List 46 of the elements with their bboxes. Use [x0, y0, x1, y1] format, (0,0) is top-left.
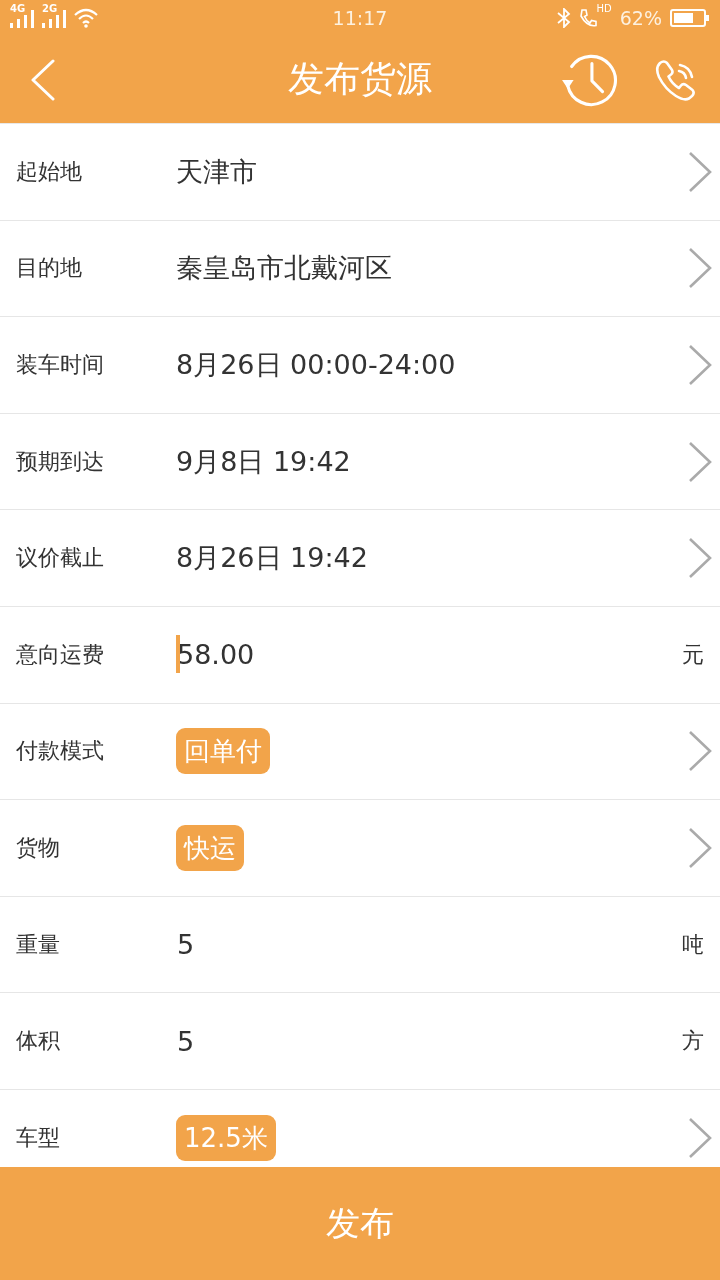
- status-time: 11:17: [332, 7, 388, 29]
- unit-label: 吨: [682, 930, 705, 959]
- field-value[interactable]: 天津市: [176, 153, 257, 190]
- page-title: 发布货源: [288, 57, 432, 101]
- input-field[interactable]: 5: [176, 929, 195, 961]
- phone-call-icon[interactable]: [654, 58, 698, 101]
- network-label: 2G: [42, 4, 58, 14]
- text-cursor: [176, 635, 180, 674]
- unit-label: 方: [682, 1027, 705, 1056]
- chevron-right-icon[interactable]: [688, 537, 712, 580]
- field-value[interactable]: 8月26日 00:00-24:00: [176, 347, 456, 383]
- field-label: 货物: [15, 833, 61, 862]
- battery-percent: 62%: [619, 7, 662, 29]
- field-label: 体积: [15, 1027, 61, 1056]
- field-label: 重量: [15, 930, 61, 959]
- history-icon[interactable]: [562, 52, 618, 107]
- field-value[interactable]: 8月26日 19:42: [176, 540, 368, 577]
- network-label: 4G: [10, 4, 26, 14]
- signal-icon: [42, 10, 66, 28]
- phone-icon: [578, 8, 597, 28]
- chevron-right-icon[interactable]: [688, 730, 712, 773]
- field-label: 起始地: [15, 157, 83, 186]
- bluetooth-icon: [556, 8, 571, 28]
- chevron-right-icon[interactable]: [688, 440, 712, 483]
- signal-icon: [10, 10, 34, 28]
- input-field[interactable]: 5: [176, 1025, 195, 1057]
- battery-icon: [670, 9, 710, 27]
- field-label: 目的地: [15, 254, 83, 283]
- chevron-right-icon[interactable]: [688, 1116, 712, 1159]
- wifi-icon: [74, 8, 98, 28]
- chevron-right-icon[interactable]: [688, 150, 712, 193]
- field-label: 装车时间: [15, 351, 105, 379]
- chevron-right-icon[interactable]: [688, 344, 712, 386]
- input-field[interactable]: 58.00: [176, 639, 255, 671]
- field-label: 预期到达: [15, 447, 105, 476]
- field-value[interactable]: 9月8日 19:42: [176, 443, 351, 480]
- back-button[interactable]: [30, 58, 56, 101]
- field-label: 付款模式: [15, 737, 105, 766]
- field-value[interactable]: 秦皇岛市北戴河区: [176, 250, 392, 287]
- field-label: 意向运费: [15, 640, 105, 669]
- chevron-right-icon[interactable]: [688, 247, 712, 290]
- hd-label: HD: [596, 4, 612, 14]
- chevron-right-icon[interactable]: [688, 826, 712, 869]
- field-label: 车型: [15, 1123, 61, 1152]
- unit-label: 元: [682, 640, 705, 669]
- field-label: 议价截止: [15, 544, 105, 573]
